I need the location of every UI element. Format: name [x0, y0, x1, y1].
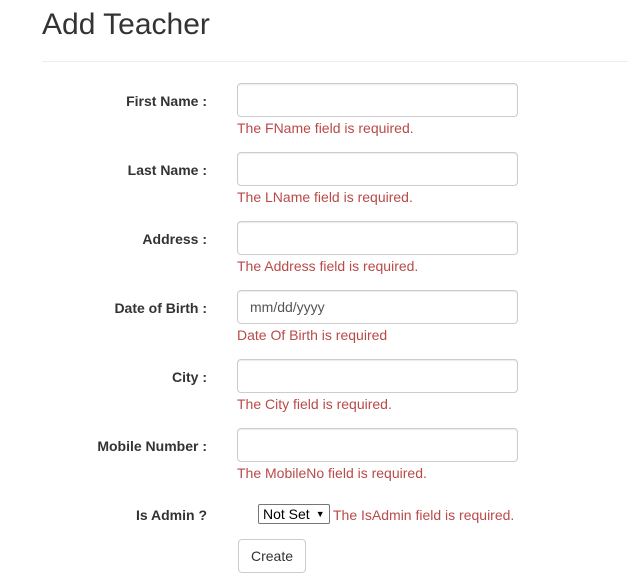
date-of-birth-input[interactable]	[237, 290, 518, 324]
address-label: Address :	[142, 231, 207, 247]
date-of-birth-label: Date of Birth :	[114, 300, 207, 316]
is-admin-selected-value: Not Set	[263, 506, 310, 522]
first-name-error: The FName field is required.	[237, 120, 414, 136]
is-admin-select[interactable]: Not Set ▼	[258, 504, 330, 524]
mobile-number-error: The MobileNo field is required.	[237, 465, 427, 481]
city-label: City :	[172, 369, 207, 385]
is-admin-error: The IsAdmin field is required.	[333, 507, 515, 523]
city-error: The City field is required.	[237, 396, 392, 412]
first-name-input[interactable]	[237, 83, 518, 117]
last-name-error: The LName field is required.	[237, 189, 413, 205]
dropdown-arrow-icon: ▼	[315, 509, 325, 519]
first-name-label: First Name :	[126, 93, 207, 109]
create-button[interactable]: Create	[238, 539, 306, 573]
last-name-label: Last Name :	[127, 162, 207, 178]
city-input[interactable]	[237, 359, 518, 393]
is-admin-label: Is Admin ?	[135, 507, 207, 523]
mobile-number-label: Mobile Number :	[97, 438, 207, 454]
page-title: Add Teacher	[42, 8, 210, 41]
mobile-number-input[interactable]	[237, 428, 518, 462]
header-divider	[42, 61, 628, 62]
date-of-birth-error: Date Of Birth is required	[237, 327, 388, 343]
address-error: The Address field is required.	[237, 258, 419, 274]
last-name-input[interactable]	[237, 152, 518, 186]
address-input[interactable]	[237, 221, 518, 255]
